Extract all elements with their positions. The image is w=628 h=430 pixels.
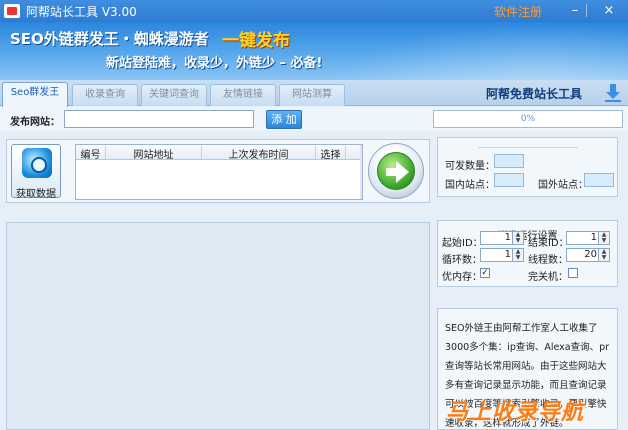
shutdown-checkbox[interactable] bbox=[568, 268, 578, 278]
site-table[interactable]: 编号 网站地址 上次发布时间 选择 bbox=[75, 144, 363, 200]
tab-seo[interactable]: Seo群发王 bbox=[2, 82, 68, 107]
brand-label: 阿帮免费站长工具 bbox=[486, 87, 583, 101]
column-header-id[interactable]: 编号 bbox=[76, 146, 106, 161]
spinner-arrows-icon[interactable]: ▲ ▼ bbox=[598, 232, 609, 244]
end-id-spinner[interactable]: 1 ▲ ▼ bbox=[566, 231, 610, 245]
banner-highlight: 一键发布 bbox=[222, 31, 290, 51]
stats-panel-header bbox=[478, 138, 578, 148]
banner-headline: SEO外链群发王・蜘蛛漫游者 bbox=[10, 30, 209, 48]
start-id-spinner[interactable]: 1 ▲ ▼ bbox=[480, 231, 524, 245]
domestic-value bbox=[494, 173, 524, 187]
sendable-label: 可发数量： bbox=[445, 161, 495, 172]
site-list-panel: 获取数据 编号 网站地址 上次发布时间 选择 bbox=[6, 139, 430, 203]
publish-site-input[interactable] bbox=[64, 110, 254, 128]
threads-spinner[interactable]: 20 ▲ ▼ bbox=[566, 248, 610, 262]
optimize-memory-label: 优内存： bbox=[442, 272, 482, 283]
app-icon bbox=[4, 4, 20, 18]
spinner-arrows-icon[interactable]: ▲ ▼ bbox=[598, 249, 609, 261]
tab-keyword-query[interactable]: 关键词查询 bbox=[141, 84, 207, 106]
publish-site-label: 发布网站： bbox=[10, 117, 60, 128]
foreign-label: 国外站点： bbox=[538, 180, 588, 191]
start-publish-button[interactable] bbox=[368, 143, 424, 199]
tab-friend-links[interactable]: 友情链接 bbox=[210, 84, 276, 106]
progress-bar: 0% bbox=[433, 110, 623, 128]
threads-label: 线程数： bbox=[528, 255, 568, 266]
spinner-arrows-icon[interactable]: ▲ ▼ bbox=[512, 249, 523, 261]
spinner-arrows-icon[interactable]: ▲ ▼ bbox=[512, 232, 523, 244]
column-header-last-time[interactable]: 上次发布时间 bbox=[202, 146, 316, 161]
fetch-data-icon bbox=[22, 148, 52, 178]
watermark: 马上收录导航 bbox=[446, 400, 585, 425]
fetch-data-button[interactable]: 获取数据 bbox=[11, 144, 61, 200]
loop-spinner[interactable]: 1 ▲ ▼ bbox=[480, 248, 524, 262]
end-id-value: 1 bbox=[590, 232, 597, 243]
settings-panel: 群发运行设置 起始ID： 1 ▲ ▼ 结束ID： 1 ▲ ▼ 循环数： 1 ▲ ▼ 线… bbox=[437, 220, 618, 287]
loop-value: 1 bbox=[504, 249, 511, 260]
banner-slogan: 新站登陆难，收录少，外链少 – 必备! bbox=[106, 56, 323, 71]
table-header: 编号 网站地址 上次发布时间 选择 bbox=[76, 145, 362, 161]
register-link[interactable]: 软件注册 bbox=[494, 3, 542, 20]
column-header-url[interactable]: 网站地址 bbox=[106, 146, 202, 161]
log-area bbox=[6, 222, 430, 430]
window-title: 阿帮站长工具 V3.00 bbox=[26, 5, 137, 19]
download-icon[interactable] bbox=[604, 83, 622, 103]
tab-bar: Seo群发王 收录查询 关键词查询 友情链接 网站测算 阿帮免费站长工具 bbox=[0, 80, 628, 107]
domestic-label: 国内站点： bbox=[445, 180, 495, 191]
add-button[interactable]: 添 加 bbox=[266, 110, 302, 129]
tab-index-query[interactable]: 收录查询 bbox=[72, 84, 138, 106]
minimize-button[interactable]: – bbox=[566, 2, 584, 19]
end-id-label: 结束ID： bbox=[528, 238, 569, 249]
threads-value: 20 bbox=[584, 249, 597, 260]
foreign-value bbox=[584, 173, 614, 187]
shutdown-label: 完关机： bbox=[528, 272, 568, 283]
titlebar-divider bbox=[586, 4, 587, 17]
close-button[interactable]: × bbox=[600, 2, 618, 19]
stats-panel: 可发数量： 国内站点： 国外站点： bbox=[437, 137, 618, 197]
tab-site-measure[interactable]: 网站测算 bbox=[279, 84, 345, 106]
sendable-value bbox=[494, 154, 524, 168]
progress-text: 0% bbox=[520, 114, 536, 124]
banner: SEO外链群发王・蜘蛛漫游者 一键发布 新站登陆难，收录少，外链少 – 必备! bbox=[0, 22, 628, 80]
arrow-right-icon bbox=[377, 152, 415, 190]
column-header-select[interactable]: 选择 bbox=[316, 146, 346, 161]
banner-wave-decoration bbox=[330, 22, 628, 80]
start-id-value: 1 bbox=[504, 232, 511, 243]
publish-row: 发布网站： 添 加 0% bbox=[0, 107, 628, 131]
loop-label: 循环数： bbox=[442, 255, 482, 266]
start-id-label: 起始ID： bbox=[442, 238, 483, 249]
fetch-data-label: 获取数据 bbox=[16, 189, 56, 200]
optimize-memory-checkbox[interactable]: ✓ bbox=[480, 268, 490, 278]
table-scrollbar[interactable] bbox=[360, 145, 362, 199]
title-bar: 阿帮站长工具 V3.00 软件注册 – × bbox=[0, 0, 628, 22]
